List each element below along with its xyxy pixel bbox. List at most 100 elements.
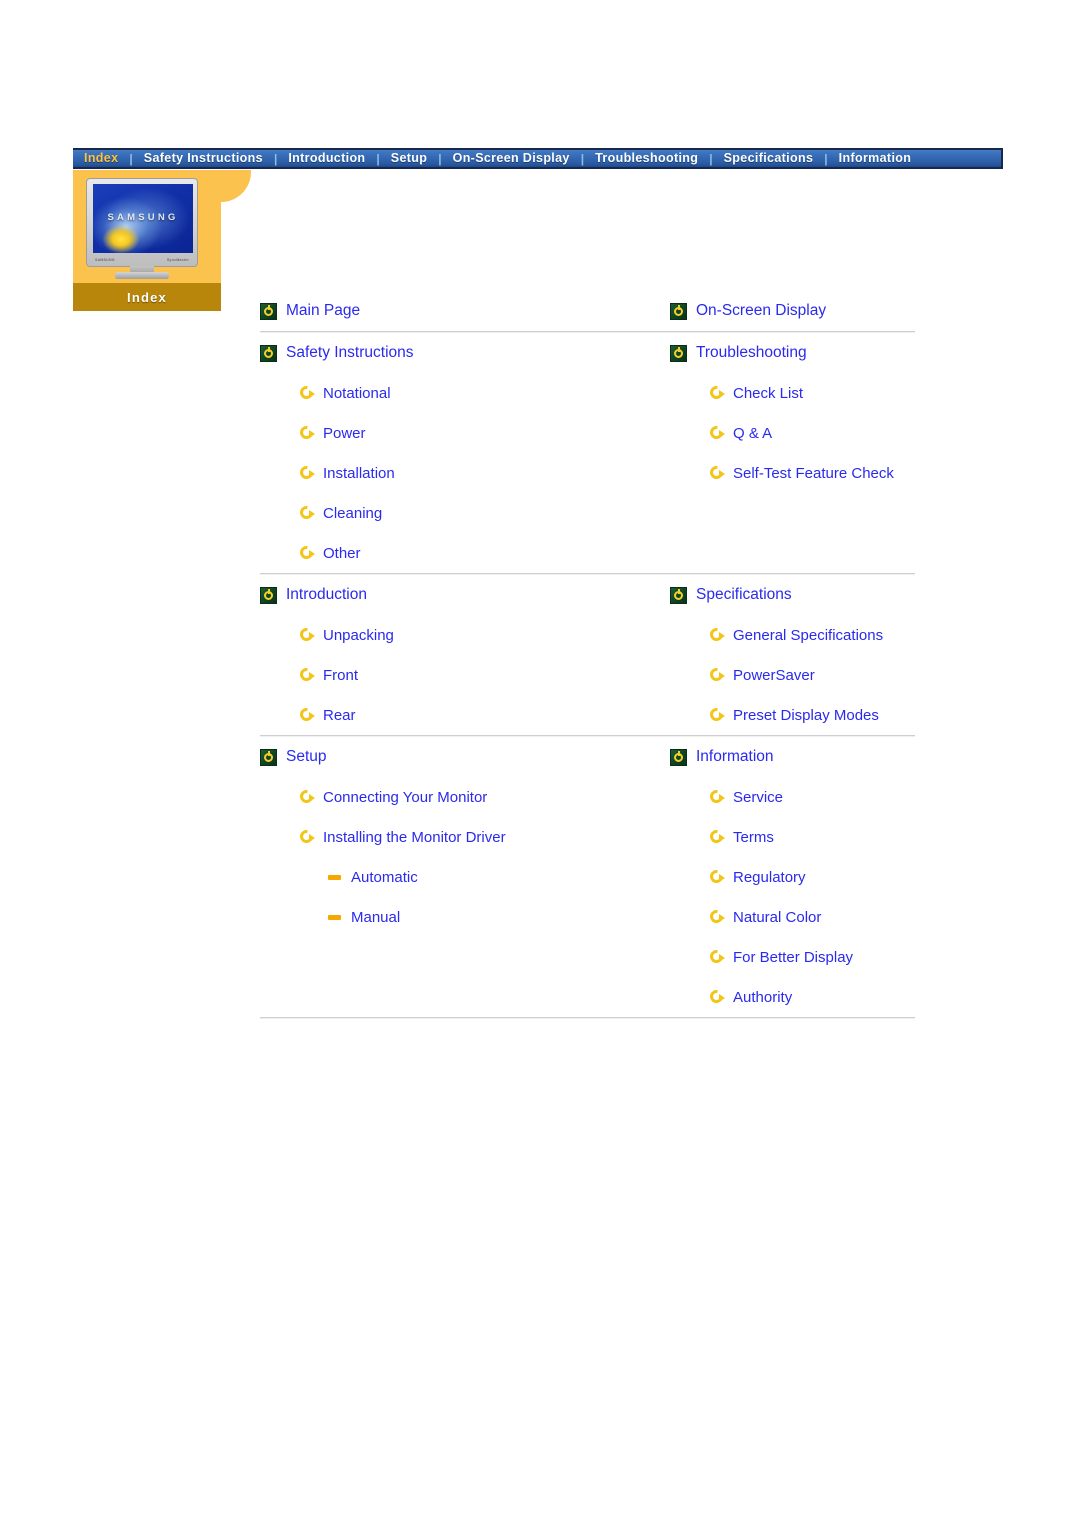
index-column-right: Information Service Terms Regulatory Nat… [670, 737, 915, 1017]
nav-separator: | [438, 151, 442, 166]
index-entry-self-test-feature-check[interactable]: Self-Test Feature Check [670, 453, 915, 493]
index-entry-preset-display-modes[interactable]: Preset Display Modes [670, 695, 915, 735]
nav-separator: | [709, 151, 713, 166]
nav-item-setup[interactable]: Setup [380, 152, 438, 165]
circular-arrow-icon [710, 950, 725, 964]
index-entry-specifications[interactable]: Specifications [670, 575, 915, 615]
circular-arrow-icon [300, 426, 315, 440]
samsung-monitor-image: SAMSUNG SAMSUNG SyncMaster [86, 178, 208, 279]
link-introduction[interactable]: Introduction [286, 587, 367, 603]
link-service[interactable]: Service [733, 790, 783, 805]
link-for-better-display[interactable]: For Better Display [733, 950, 853, 965]
link-natural-color[interactable]: Natural Color [733, 910, 821, 925]
index-entry-information[interactable]: Information [670, 737, 915, 777]
index-column-left: Safety Instructions Notational Power Ins… [260, 333, 670, 573]
circular-arrow-icon [300, 386, 315, 400]
nav-item-on-screen-display[interactable]: On-Screen Display [442, 152, 581, 165]
hero-panel-curved-tail [221, 170, 251, 202]
link-rear[interactable]: Rear [323, 708, 356, 723]
index-entry-terms[interactable]: Terms [670, 817, 915, 857]
index-entry-installing-the-monitor-driver[interactable]: Installing the Monitor Driver [260, 817, 670, 857]
monitor-bezel: SAMSUNG SAMSUNG SyncMaster [86, 178, 198, 267]
link-other[interactable]: Other [323, 546, 361, 561]
link-cleaning[interactable]: Cleaning [323, 506, 382, 521]
link-installing-the-monitor-driver[interactable]: Installing the Monitor Driver [323, 830, 506, 845]
link-automatic[interactable]: Automatic [351, 870, 418, 885]
index-entry-installation[interactable]: Installation [260, 453, 670, 493]
link-q-and-a[interactable]: Q & A [733, 426, 772, 441]
link-troubleshooting[interactable]: Troubleshooting [696, 345, 807, 361]
nav-item-safety-instructions[interactable]: Safety Instructions [133, 152, 274, 165]
index-entry-authority[interactable]: Authority [670, 977, 915, 1017]
power-circle-icon [260, 748, 277, 766]
index-entry-powersaver[interactable]: PowerSaver [670, 655, 915, 695]
index-entry-natural-color[interactable]: Natural Color [670, 897, 915, 937]
index-entry-service[interactable]: Service [670, 777, 915, 817]
circular-arrow-icon [710, 668, 725, 682]
link-installation[interactable]: Installation [323, 466, 395, 481]
layout-spacer [260, 937, 670, 977]
index-entry-regulatory[interactable]: Regulatory [670, 857, 915, 897]
nav-item-index[interactable]: Index [73, 152, 129, 165]
link-general-specifications[interactable]: General Specifications [733, 628, 883, 643]
index-entry-troubleshooting[interactable]: Troubleshooting [670, 333, 915, 373]
link-powersaver[interactable]: PowerSaver [733, 668, 815, 683]
link-terms[interactable]: Terms [733, 830, 774, 845]
index-entry-unpacking[interactable]: Unpacking [260, 615, 670, 655]
index-entry-manual[interactable]: Manual [260, 897, 670, 937]
index-entry-on-screen-display[interactable]: On-Screen Display [670, 291, 915, 331]
circular-arrow-icon [710, 790, 725, 804]
link-specifications[interactable]: Specifications [696, 587, 792, 603]
link-front[interactable]: Front [323, 668, 358, 683]
link-regulatory[interactable]: Regulatory [733, 870, 806, 885]
power-circle-icon [260, 302, 277, 320]
link-information[interactable]: Information [696, 749, 774, 765]
link-power[interactable]: Power [323, 426, 366, 441]
link-check-list[interactable]: Check List [733, 386, 803, 401]
nav-item-information[interactable]: Information [828, 152, 923, 165]
link-unpacking[interactable]: Unpacking [323, 628, 394, 643]
link-self-test-feature-check[interactable]: Self-Test Feature Check [733, 466, 894, 481]
link-setup[interactable]: Setup [286, 749, 327, 765]
index-entry-for-better-display[interactable]: For Better Display [670, 937, 915, 977]
index-entry-q-and-a[interactable]: Q & A [670, 413, 915, 453]
circular-arrow-icon [710, 466, 725, 480]
index-entry-rear[interactable]: Rear [260, 695, 670, 735]
index-entry-safety-instructions[interactable]: Safety Instructions [260, 333, 670, 373]
index-entry-power[interactable]: Power [260, 413, 670, 453]
circular-arrow-icon [710, 910, 725, 924]
index-entry-front[interactable]: Front [260, 655, 670, 695]
index-entry-connecting-your-monitor[interactable]: Connecting Your Monitor [260, 777, 670, 817]
nav-separator: | [824, 151, 828, 166]
power-circle-icon [260, 344, 277, 362]
index-column-left: Introduction Unpacking Front Rear [260, 575, 670, 735]
layout-spacer [260, 977, 670, 1017]
link-authority[interactable]: Authority [733, 990, 792, 1005]
nav-item-troubleshooting[interactable]: Troubleshooting [584, 152, 709, 165]
link-preset-display-modes[interactable]: Preset Display Modes [733, 708, 879, 723]
power-circle-icon [670, 302, 687, 320]
index-entry-check-list[interactable]: Check List [670, 373, 915, 413]
link-main-page[interactable]: Main Page [286, 303, 360, 319]
index-entry-general-specifications[interactable]: General Specifications [670, 615, 915, 655]
link-safety-instructions[interactable]: Safety Instructions [286, 345, 414, 361]
index-block-introduction-specifications: Introduction Unpacking Front Rear Specif… [260, 575, 915, 737]
power-circle-icon [670, 586, 687, 604]
circular-arrow-icon [300, 628, 315, 642]
link-notational[interactable]: Notational [323, 386, 391, 401]
circular-arrow-icon [710, 990, 725, 1004]
link-on-screen-display[interactable]: On-Screen Display [696, 303, 826, 319]
index-entry-other[interactable]: Other [260, 533, 670, 573]
nav-item-specifications[interactable]: Specifications [713, 152, 825, 165]
index-entry-setup[interactable]: Setup [260, 737, 670, 777]
link-manual[interactable]: Manual [351, 910, 400, 925]
link-connecting-your-monitor[interactable]: Connecting Your Monitor [323, 790, 487, 805]
index-entry-main-page[interactable]: Main Page [260, 291, 670, 331]
index-entry-cleaning[interactable]: Cleaning [260, 493, 670, 533]
nav-item-introduction[interactable]: Introduction [277, 152, 376, 165]
circular-arrow-icon [710, 628, 725, 642]
index-entry-introduction[interactable]: Introduction [260, 575, 670, 615]
index-entry-automatic[interactable]: Automatic [260, 857, 670, 897]
index-entry-notational[interactable]: Notational [260, 373, 670, 413]
section-divider [260, 1017, 915, 1019]
